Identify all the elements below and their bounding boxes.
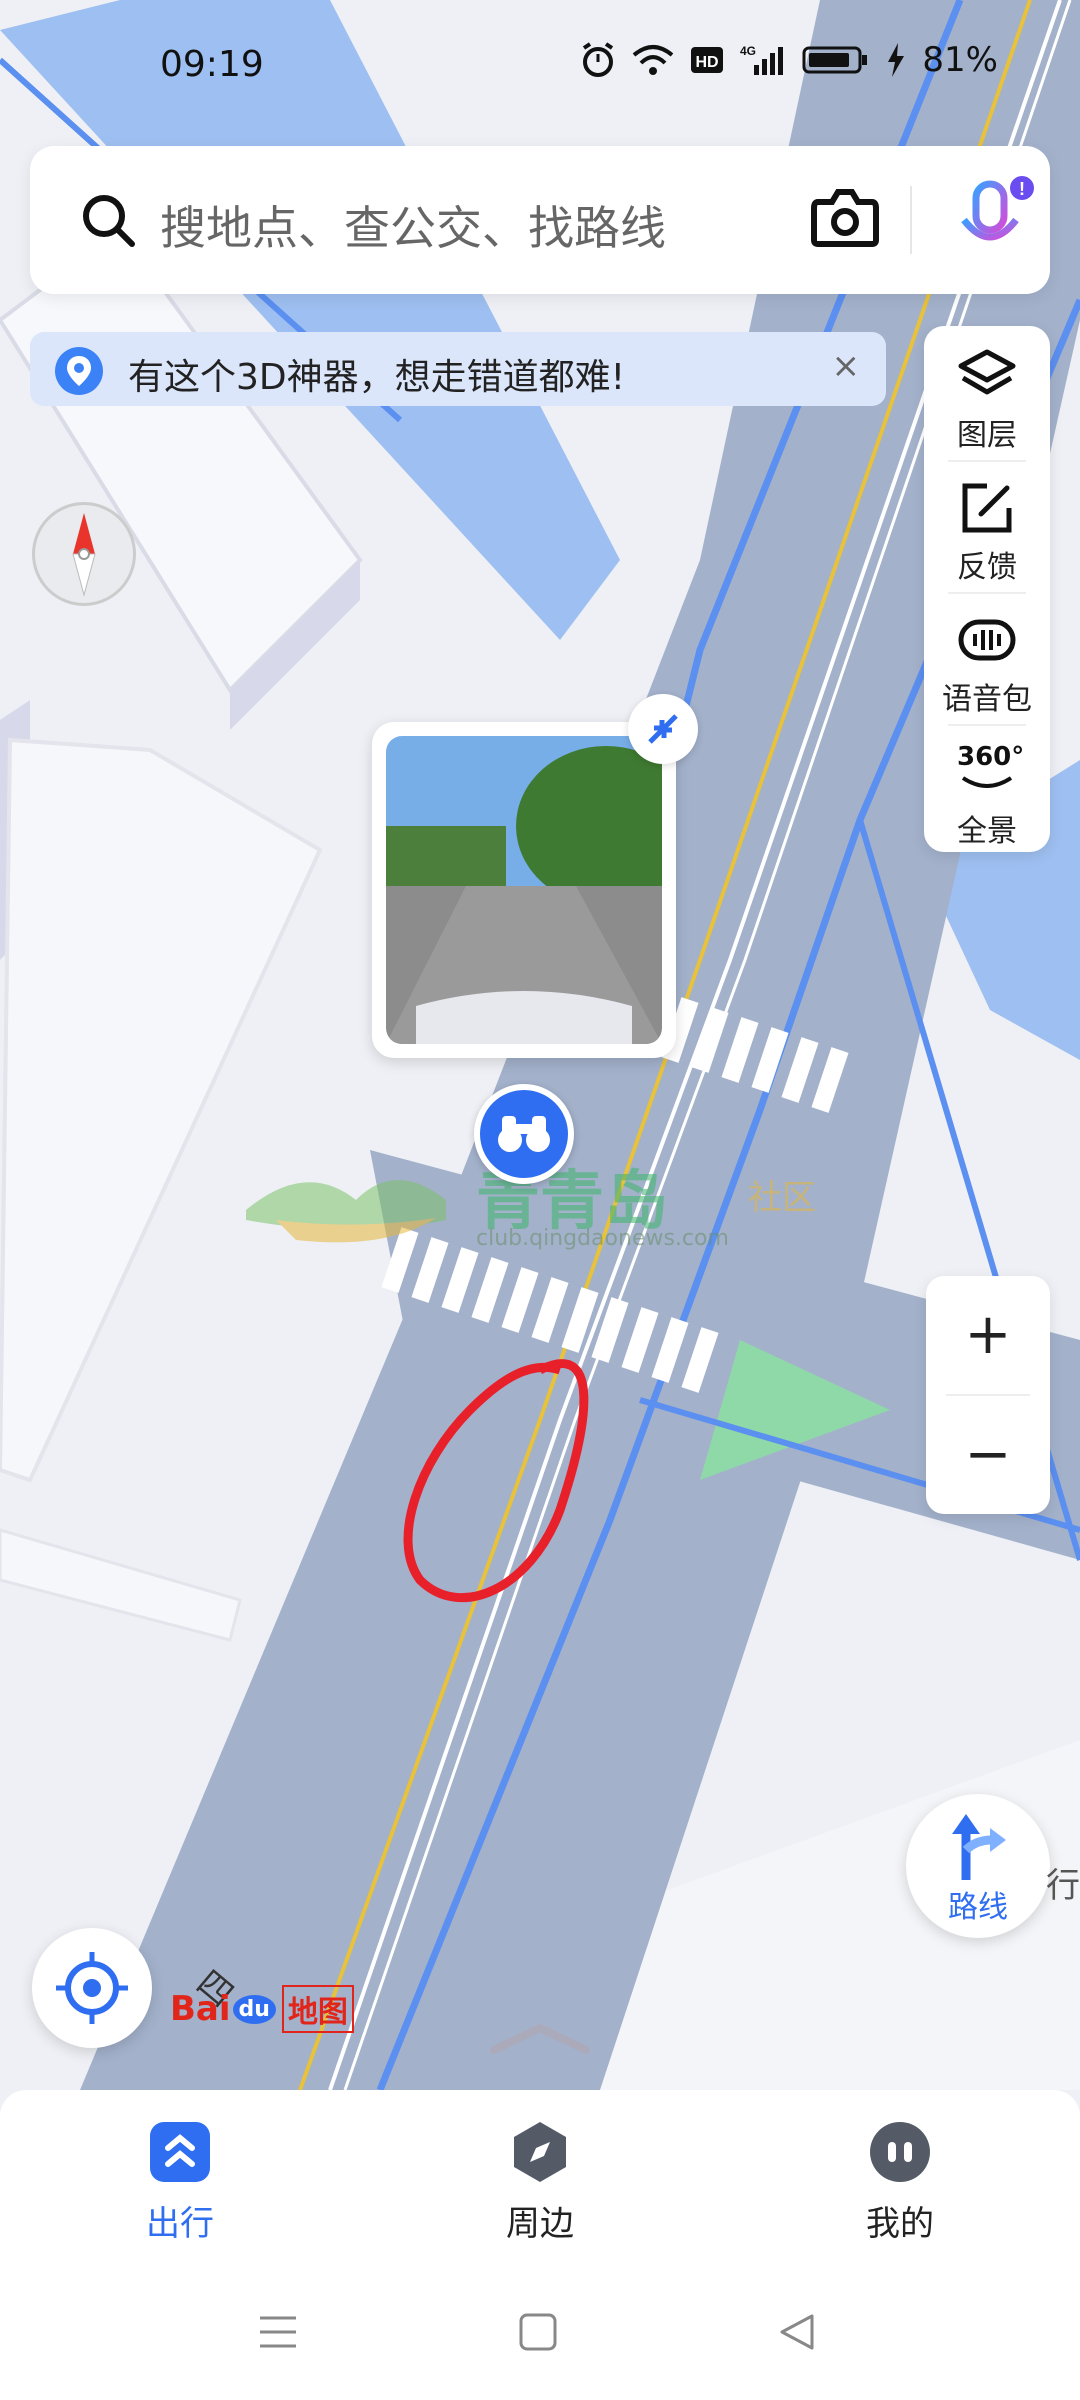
tool-divider [948, 592, 1026, 594]
banner-text: 有这个3D神器，想走错道都难! [128, 357, 626, 398]
nav-nearby[interactable]: 周边 [440, 2120, 640, 2245]
voice-pack-button[interactable]: 语音包 [924, 596, 1050, 726]
panorama-button[interactable]: 360° 全景 [924, 728, 1050, 858]
street-view-photo [386, 736, 662, 1044]
voice-pack-label: 语音包 [942, 682, 1032, 717]
feedback-edit-icon [962, 483, 1012, 533]
svg-text:HD: HD [696, 54, 719, 71]
tool-divider [948, 724, 1026, 726]
voice-pack-icon [958, 619, 1016, 661]
search-icon [83, 195, 135, 247]
route-side-text: 行 [1046, 1866, 1080, 1906]
status-time: 09:19 [160, 44, 264, 85]
search-input[interactable]: 搜地点、查公交、找路线 [160, 192, 666, 258]
travel-icon [150, 2122, 210, 2182]
logo-du: du [232, 1994, 276, 2024]
layers-label: 图层 [957, 418, 1017, 453]
compass-icon [72, 513, 96, 597]
menu-icon[interactable] [258, 2314, 298, 2350]
feedback-button[interactable]: 反馈 [924, 464, 1050, 594]
street-view-image [386, 736, 662, 1044]
route-button[interactable]: 路线 [906, 1794, 1050, 1938]
nav-nearby-label: 周边 [506, 2204, 574, 2244]
nav-mine[interactable]: 我的 [800, 2120, 1000, 2245]
wifi-icon [633, 45, 674, 75]
route-label: 路线 [948, 1890, 1008, 1925]
map-tool-panel: 图层 反馈 语音包 360° 全景 [924, 326, 1050, 852]
pull-up-handle-icon[interactable] [490, 2020, 590, 2056]
compass-button[interactable] [32, 502, 136, 606]
zoom-control: + − [926, 1276, 1050, 1514]
alarm-icon [583, 42, 614, 77]
charging-icon [888, 43, 905, 77]
zoom-out-button[interactable]: − [926, 1396, 1050, 1514]
nav-mine-label: 我的 [866, 2204, 934, 2244]
battery-percent: 81% [922, 40, 998, 80]
profile-face-icon [870, 2122, 930, 2182]
search-bar[interactable]: 搜地点、查公交、找路线 ! [30, 146, 1050, 294]
location-pin-icon [55, 347, 103, 395]
nearby-compass-icon [514, 2122, 566, 2182]
watermark-url: club.qingdaonews.com [476, 1226, 729, 1251]
collapse-street-view-button[interactable] [628, 694, 698, 764]
hd-icon: HD [691, 47, 724, 73]
logo-bai: Bai [170, 1989, 231, 2029]
panorama-360-icon: 360° [957, 742, 1024, 802]
back-icon[interactable] [776, 2312, 816, 2352]
svg-text:!: ! [1019, 179, 1025, 199]
route-arrow-icon [952, 1814, 1006, 1880]
system-nav-bar [0, 2270, 1080, 2400]
feedback-label: 反馈 [957, 550, 1017, 585]
battery-icon [802, 46, 868, 74]
street-view-marker[interactable] [474, 1084, 574, 1184]
panorama-arc-icon [961, 776, 1013, 788]
panorama-360-text: 360° [957, 742, 1025, 772]
svg-text:4G: 4G [740, 44, 756, 58]
bottom-nav: 出行 周边 我的 [0, 2090, 1080, 2270]
layers-icon [958, 349, 1016, 395]
zoom-in-button[interactable]: + [926, 1276, 1050, 1394]
search-divider [910, 186, 912, 254]
status-icons: HD 4G 81% [580, 40, 998, 80]
street-view-preview[interactable] [372, 722, 676, 1058]
logo-map: 地图 [281, 1985, 354, 2033]
promo-banner[interactable]: 有这个3D神器，想走错道都难! × [30, 332, 886, 406]
baidu-map-logo: Bai du 地图 [170, 1985, 354, 2033]
locate-crosshair-icon [56, 1952, 128, 2024]
layers-button[interactable]: 图层 [924, 332, 1050, 462]
voice-mic-icon[interactable]: ! [942, 174, 1042, 268]
signal-4g-icon: 4G [740, 44, 784, 75]
nav-travel[interactable]: 出行 [80, 2120, 280, 2245]
watermark-sub: 社区 [748, 1178, 816, 1218]
home-icon[interactable] [518, 2312, 558, 2352]
my-location-button[interactable] [32, 1928, 152, 2048]
panorama-label: 全景 [957, 814, 1017, 849]
collapse-arrows-icon [648, 714, 678, 744]
tool-divider [948, 460, 1026, 462]
banner-close-button[interactable]: × [832, 346, 861, 386]
nav-travel-label: 出行 [146, 2204, 214, 2244]
status-bar: 09:19 HD 4G 81% [0, 0, 1080, 130]
binoculars-icon [498, 1116, 550, 1152]
camera-icon[interactable] [810, 184, 880, 250]
